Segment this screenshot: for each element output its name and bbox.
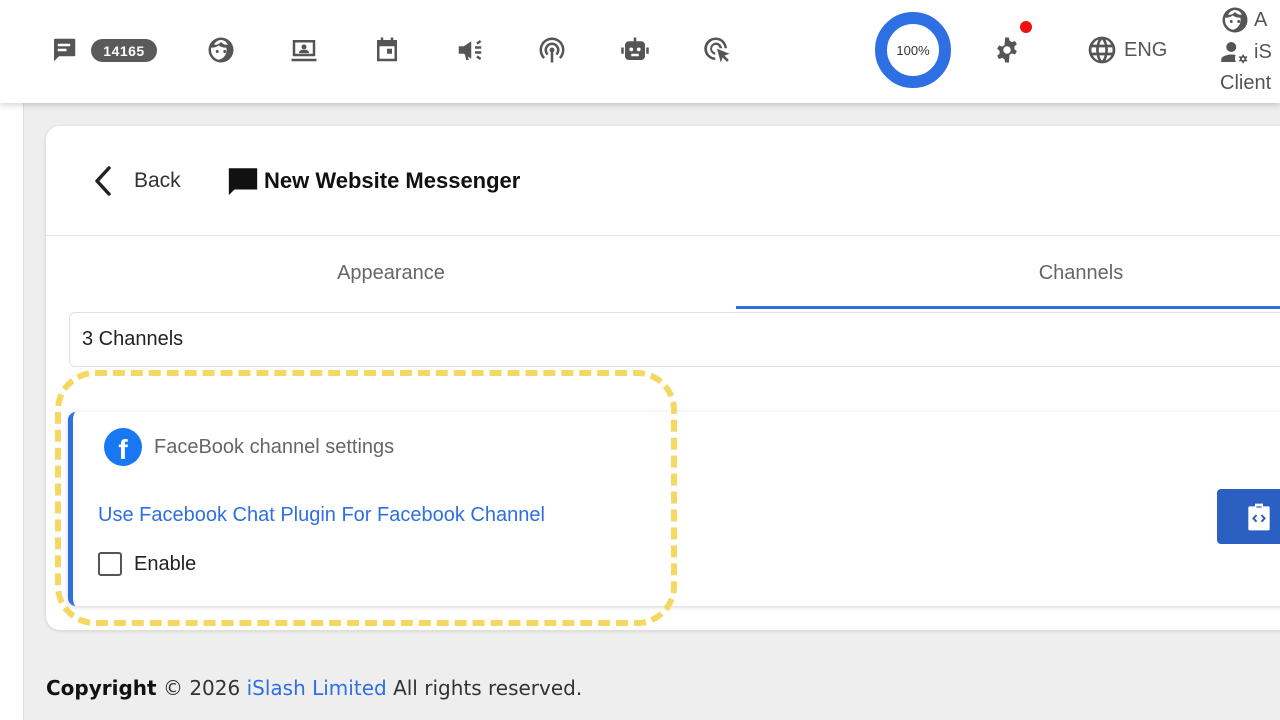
footer-rights: All rights reserved. [393, 676, 583, 700]
facebook-channel-heading: f FaceBook channel settings [104, 428, 394, 466]
left-sidebar [0, 103, 24, 720]
facebook-chat-plugin-link[interactable]: Use Facebook Chat Plugin For Facebook Ch… [98, 504, 545, 527]
page-title-text: New Website Messenger [264, 168, 521, 193]
notification-dot [1020, 21, 1032, 33]
back-label: Back [134, 169, 181, 192]
progress-ring: 100% [875, 12, 951, 88]
page-title: New Website Messenger [226, 164, 520, 198]
tab-appearance[interactable]: Appearance [46, 236, 736, 310]
user-settings-icon [1221, 42, 1248, 64]
tab-bar: Appearance Channels [46, 236, 1280, 310]
monitor-user-icon[interactable] [287, 33, 321, 67]
footer-copyright: Copyright [46, 676, 157, 700]
enable-checkbox[interactable] [98, 552, 122, 576]
progress-label: 100% [896, 42, 930, 58]
organization-name: iS [1254, 40, 1272, 63]
broadcast-icon[interactable] [535, 33, 569, 67]
language-label: ENG [1124, 38, 1168, 61]
user-name: A [1254, 8, 1268, 31]
globe-icon [1088, 36, 1116, 64]
calendar-icon[interactable] [370, 33, 404, 67]
active-tab-indicator [736, 306, 1280, 309]
tab-channels[interactable]: Channels [736, 236, 1280, 310]
user-face-icon [1222, 7, 1248, 33]
enable-label: Enable [134, 552, 197, 575]
footer-company-link[interactable]: iSlash Limited [247, 676, 387, 700]
user-menu[interactable]: A iS Client [1220, 4, 1280, 104]
language-selector[interactable]: ENG [1086, 34, 1167, 66]
facebook-channel-panel: f FaceBook channel settings Use Facebook… [68, 412, 1280, 606]
click-target-icon[interactable] [700, 33, 734, 67]
chevron-left-icon [95, 166, 111, 196]
facebook-heading-text: FaceBook channel settings [154, 435, 395, 458]
robot-icon[interactable] [618, 33, 652, 67]
visitor-face-icon[interactable] [204, 33, 238, 67]
channels-count-header[interactable]: 3 Channels [69, 312, 1280, 367]
back-button[interactable]: Back [90, 164, 181, 198]
top-bar: 14165 100% ENG A iS Client [0, 0, 1280, 103]
facebook-logo-icon: f [104, 428, 142, 466]
chat-icon[interactable] [47, 33, 81, 67]
chat-bubble-icon [228, 168, 258, 196]
settings-gear-icon[interactable] [990, 33, 1024, 67]
footer-year: © 2026 [162, 676, 241, 700]
embed-code-button[interactable] [1217, 489, 1280, 544]
footer: Copyright © 2026 iSlash Limited All righ… [46, 676, 582, 700]
megaphone-icon[interactable] [453, 33, 487, 67]
message-count-badge: 14165 [91, 39, 157, 62]
code-clipboard-icon [1248, 503, 1270, 530]
card-header: Back New Website Messenger [46, 126, 1280, 236]
messenger-settings-card: Back New Website Messenger Appearance Ch… [46, 126, 1280, 630]
user-role: Client [1220, 72, 1272, 94]
enable-option[interactable]: Enable [98, 552, 196, 576]
